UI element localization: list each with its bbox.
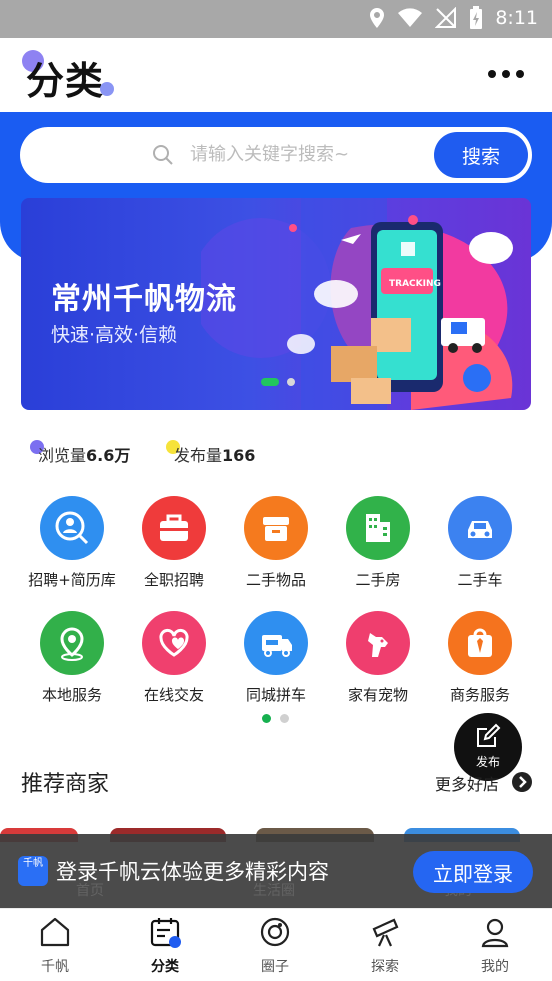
category-calendar-icon — [150, 918, 181, 948]
box-icon — [244, 496, 308, 560]
home-icon — [40, 917, 70, 947]
briefcase-icon — [142, 496, 206, 560]
resume-search-icon — [40, 496, 104, 560]
section-title-recommend: 推荐商家 — [21, 772, 110, 797]
nav-item-category[interactable]: 分类 — [110, 909, 220, 981]
category-business-service[interactable]: 商务服务 — [428, 611, 532, 705]
category-label: 全职招聘 — [143, 571, 204, 589]
chevron-right-icon[interactable] — [512, 772, 532, 792]
nav-item-profile[interactable]: 我的 — [440, 909, 550, 981]
nav-label: 我的 — [481, 959, 509, 975]
edit-icon — [477, 723, 501, 747]
more-dot-icon — [502, 70, 510, 78]
category-pets[interactable]: 家有宠物 — [326, 611, 430, 705]
banner-subtitle: 快速·高效·信赖 — [51, 324, 178, 346]
category-secondhand-goods[interactable]: 二手物品 — [224, 496, 328, 590]
category-label: 二手物品 — [245, 571, 306, 589]
more-dot-icon — [488, 70, 496, 78]
pager-dot — [280, 714, 289, 723]
banner-title: 常州千帆物流 — [51, 282, 237, 317]
nav-label: 千帆 — [41, 959, 69, 975]
search-button[interactable]: 搜索 — [434, 132, 528, 178]
car-icon — [448, 496, 512, 560]
dog-icon — [346, 611, 410, 675]
category-label: 商务服务 — [449, 686, 510, 704]
more-shops-link[interactable]: 更多好店 — [435, 771, 499, 795]
banner-dot-active — [261, 378, 279, 386]
search-icon — [153, 145, 173, 165]
circle-icon — [260, 917, 290, 947]
wifi-icon — [398, 8, 423, 27]
nav-label: 圈子 — [261, 959, 289, 975]
pager-dot-active — [262, 714, 271, 723]
nav-item-home[interactable]: 千帆 — [0, 909, 110, 981]
stat-posts-label: 发布量 — [174, 446, 223, 465]
category-resume[interactable]: 招聘+简历库 — [20, 496, 124, 590]
stat-views: 浏览量6.6万 — [38, 442, 130, 466]
location-icon — [370, 8, 385, 28]
login-button[interactable]: 立即登录 — [413, 851, 533, 893]
logistics-illustration: TRACKING — [201, 198, 513, 410]
telescope-icon — [372, 918, 399, 947]
status-time: 8:11 — [495, 7, 538, 29]
status-bar: 8:11 — [0, 0, 552, 38]
more-menu-button[interactable] — [488, 70, 524, 78]
header: 分类 — [0, 38, 552, 112]
category-secondhand-house[interactable]: 二手房 — [326, 496, 430, 590]
nav-label: 探索 — [371, 959, 399, 975]
category-pager — [262, 714, 289, 723]
stat-posts-value: 166 — [222, 446, 256, 465]
building-icon — [346, 496, 410, 560]
category-carpool[interactable]: 同城拼车 — [224, 611, 328, 705]
app-logo-icon: 千帆 — [18, 856, 48, 886]
category-secondhand-car[interactable]: 二手车 — [428, 496, 532, 590]
status-icons: 8:11 — [369, 6, 538, 30]
page-title: 分类 — [26, 59, 105, 103]
no-signal-icon — [435, 7, 457, 28]
category-label: 二手车 — [457, 571, 503, 589]
category-label: 家有宠物 — [347, 686, 408, 704]
publish-label: 发布 — [475, 755, 500, 769]
bottom-nav: 千帆 分类 圈子 探索 我的 — [0, 908, 552, 981]
user-icon — [481, 918, 509, 948]
category-label: 招聘+简历库 — [28, 571, 116, 589]
title-decoration-dot — [100, 82, 114, 96]
banner-pagination — [261, 378, 295, 386]
category-label: 同城拼车 — [245, 686, 306, 704]
stat-posts: 发布量166 — [174, 442, 255, 466]
tracking-label: TRACKING — [389, 279, 441, 289]
category-local-service[interactable]: 本地服务 — [20, 611, 124, 705]
stat-views-value: 6.6万 — [86, 446, 131, 465]
login-prompt-text: 登录千帆云体验更多精彩内容 — [56, 860, 329, 884]
battery-charging-icon — [470, 6, 483, 29]
tie-bag-icon — [448, 611, 512, 675]
delivery-truck-icon — [244, 611, 308, 675]
nav-label: 分类 — [151, 959, 179, 975]
category-fulltime-job[interactable]: 全职招聘 — [122, 496, 226, 590]
hearts-icon — [142, 611, 206, 675]
category-label: 本地服务 — [41, 686, 102, 704]
stat-views-label: 浏览量 — [38, 446, 87, 465]
more-dot-icon — [516, 70, 524, 78]
category-label: 在线交友 — [143, 686, 204, 704]
category-label: 二手房 — [355, 571, 401, 589]
nav-item-explore[interactable]: 探索 — [330, 909, 440, 981]
category-online-dating[interactable]: 在线交友 — [122, 611, 226, 705]
app-logo-text: 千帆 — [23, 858, 43, 869]
search-input[interactable] — [190, 137, 420, 171]
banner-dot — [287, 378, 295, 386]
map-pin-icon — [40, 611, 104, 675]
nav-item-circle[interactable]: 圈子 — [220, 909, 330, 981]
promo-banner[interactable]: TRACKING 常州千帆物流 快速·高效·信赖 — [21, 198, 531, 410]
